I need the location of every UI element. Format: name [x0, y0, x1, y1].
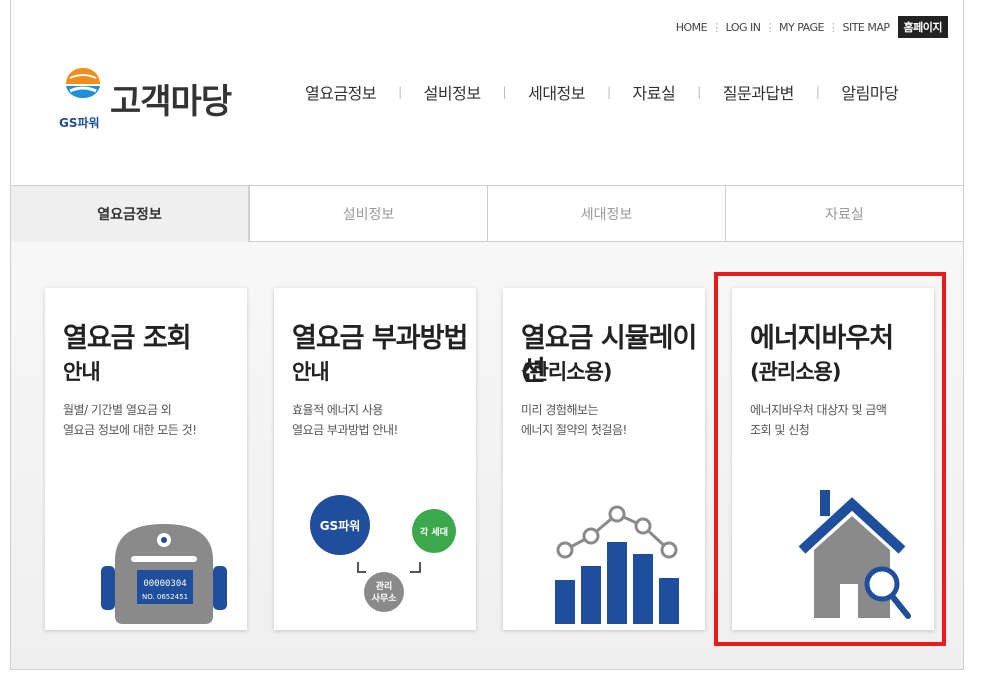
site-logo[interactable]: 고객마당 GS파워 — [54, 64, 234, 134]
content-area: 열요금 조회 안내 월별/ 기간별 열요금 외 열요금 정보에 대한 모든 것!… — [11, 242, 963, 669]
card-description: 월별/ 기간별 열요금 외 열요금 정보에 대한 모든 것! — [63, 403, 197, 437]
logo-title: 고객마당 — [110, 82, 232, 122]
sitemap-link[interactable]: SITE MAP — [842, 21, 890, 34]
meter-number: NO. 0652451 — [142, 593, 188, 601]
card-energy-voucher[interactable]: 에너지바우처 (관리소용) 에너지바우처 대상자 및 금액 조회 및 신청 — [732, 288, 934, 630]
homepage-button[interactable]: 홈페이지 — [897, 16, 948, 38]
tab-heat-rate[interactable]: 열요금정보 — [11, 186, 249, 242]
gnb-item-household[interactable]: 세대정보 — [528, 80, 585, 104]
tab-bar: 열요금정보 설비정보 세대정보 자료실 — [11, 186, 963, 242]
gs-logo-icon — [66, 68, 100, 98]
login-link[interactable]: LOG IN — [726, 21, 761, 34]
flow-node-gs: GS파워 — [320, 518, 361, 533]
card-simulation[interactable]: 열요금 시뮬레이션 (관리소용) 미리 경험해보는 에너지 절약의 첫걸음! — [503, 288, 705, 630]
utility-nav: HOME ⋮ LOG IN ⋮ MY PAGE ⋮ SITE MAP 홈페이지 — [676, 16, 948, 38]
card-subtitle: 안내 — [63, 360, 101, 384]
card-description: 에너지바우처 대상자 및 금액 조회 및 신청 — [750, 403, 887, 437]
gnb-item-facility[interactable]: 설비정보 — [424, 80, 481, 104]
card-title: 열요금 부과방법 — [292, 323, 468, 354]
card-subtitle: 안내 — [292, 360, 330, 384]
flow-node-office-2: 사무소 — [372, 592, 398, 604]
logo-subtitle: GS파워 — [59, 116, 100, 130]
card-description: 미리 경험해보는 에너지 절약의 첫걸음! — [521, 403, 627, 437]
card-description: 효율적 에너지 사용 열요금 부과방법 안내! — [292, 403, 398, 437]
card-subtitle: (관리소용) — [750, 360, 841, 384]
main-nav: 열요금정보 | 설비정보 | 세대정보 | 자료실 | 질문과답변 | 알림마당 — [305, 80, 899, 104]
home-link[interactable]: HOME — [676, 21, 708, 34]
tab-household[interactable]: 세대정보 — [487, 186, 725, 242]
flow-node-office-1: 관리 — [376, 580, 393, 592]
billing-flow-icon: GS파워 각 세대 관리 사무소 — [310, 495, 456, 612]
tab-resources[interactable]: 자료실 — [725, 186, 963, 242]
card-title: 열요금 조회 — [63, 323, 192, 354]
gnb-item-heat-rate[interactable]: 열요금정보 — [305, 80, 377, 104]
flow-node-household: 각 세대 — [420, 526, 448, 538]
heat-meter-icon: 00000304 NO. 0652451 — [101, 524, 227, 624]
card-billing-method[interactable]: 열요금 부과방법 안내 효율적 에너지 사용 열요금 부과방법 안내! GS파워… — [274, 288, 476, 630]
card-heat-rate-lookup[interactable]: 열요금 조회 안내 월별/ 기간별 열요금 외 열요금 정보에 대한 모든 것!… — [45, 288, 247, 630]
gnb-item-qna[interactable]: 질문과답변 — [723, 80, 795, 104]
house-search-icon — [798, 490, 911, 619]
gnb-item-resources[interactable]: 자료실 — [633, 80, 676, 104]
mypage-link[interactable]: MY PAGE — [779, 21, 824, 34]
card-subtitle: (관리소용) — [521, 360, 612, 384]
card-title: 에너지바우처 — [750, 323, 894, 354]
bar-graph-icon — [555, 505, 679, 624]
meter-digits: 00000304 — [143, 579, 186, 589]
tab-facility[interactable]: 설비정보 — [249, 186, 487, 242]
gnb-item-notice[interactable]: 알림마당 — [841, 80, 898, 104]
